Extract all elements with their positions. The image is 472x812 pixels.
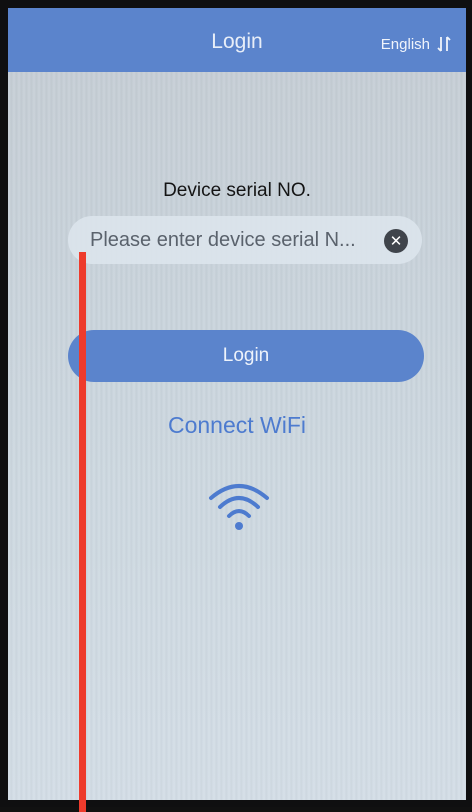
serial-input[interactable] bbox=[88, 227, 392, 253]
annotation-line bbox=[79, 252, 86, 812]
language-label: English bbox=[380, 35, 430, 53]
wifi-icon[interactable] bbox=[207, 476, 271, 532]
sort-arrows-icon bbox=[437, 36, 451, 52]
language-selector[interactable]: English bbox=[381, 34, 452, 54]
clear-icon[interactable]: ✕ bbox=[384, 229, 408, 253]
connect-wifi-link[interactable]: Connect WiFi bbox=[8, 412, 466, 439]
app-screen: Login English Device serial NO. ✕ Login … bbox=[8, 8, 466, 800]
device-frame: Login English Device serial NO. ✕ Login … bbox=[0, 0, 472, 812]
serial-label: Device serial NO. bbox=[163, 180, 311, 201]
top-bar: Login English bbox=[8, 8, 466, 72]
login-button[interactable]: Login bbox=[68, 330, 424, 382]
serial-input-container: ✕ bbox=[68, 216, 422, 264]
